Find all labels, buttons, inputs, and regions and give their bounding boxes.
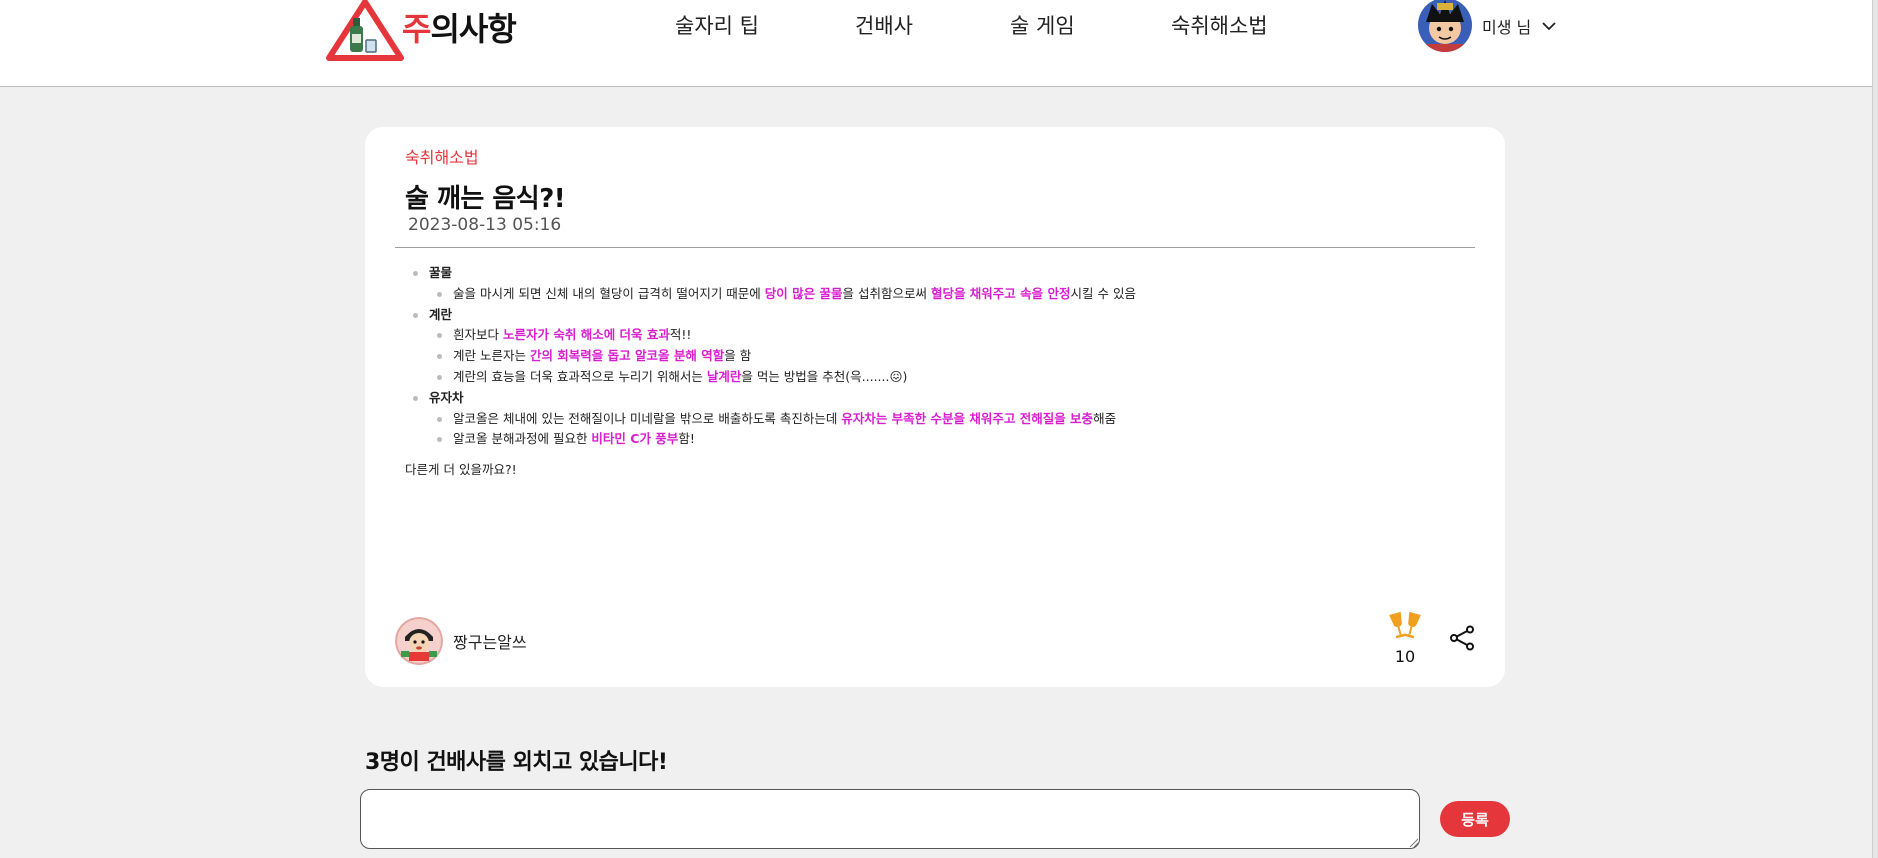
nav-hangover-cures[interactable]: 숙취해소법	[1171, 10, 1268, 40]
text-segment: 시킬 수 있음	[1070, 285, 1136, 301]
share-icon[interactable]	[1449, 625, 1475, 651]
bullet-icon	[437, 374, 442, 380]
highlighted-text: 당이 많은 꿀물	[764, 285, 843, 301]
avatar[interactable]	[395, 617, 443, 665]
user-avatar-image	[1418, 0, 1472, 52]
list-item: 계란의 효능을 더욱 효과적으로 누리기 위해서는 날계란을 먹는 방법을 추천…	[429, 367, 1465, 388]
comment-input[interactable]	[360, 789, 1420, 849]
author-info[interactable]: 짱구는알쓰	[395, 617, 527, 665]
bullet-icon	[413, 312, 418, 318]
post-section: 유자차알코올은 체내에 있는 전해질이나 미네랄을 밖으로 배출하도록 촉진하는…	[405, 388, 1465, 450]
comments-count-title: 3명이 건배사를 외치고 있습니다!	[365, 750, 668, 775]
section-title: 꿀물	[429, 265, 453, 280]
nav-toasts[interactable]: 건배사	[855, 10, 913, 40]
bullet-icon	[437, 437, 442, 443]
highlighted-text: 날계란	[706, 368, 742, 384]
list-item: 흰자보다 노른자가 숙취 해소에 더욱 효과적!!	[429, 325, 1465, 346]
highlighted-text: 유자차는 부족한 수분을 채워주고 전해질을 보충	[841, 410, 1094, 426]
submit-comment-button[interactable]: 등록	[1440, 801, 1510, 837]
bullet-icon	[413, 395, 418, 401]
profile-name[interactable]: 미생 님	[1482, 14, 1531, 38]
nav-drinking-games[interactable]: 술 게임	[1010, 10, 1075, 40]
text-segment: 을 섭취함으로써	[842, 285, 931, 301]
section-lines: 알코올은 체내에 있는 전해질이나 미네랄을 밖으로 배출하도록 촉진하는데 유…	[429, 409, 1465, 451]
text-segment: 알코올 분해과정에 필요한	[453, 431, 592, 447]
post-category[interactable]: 숙취해소법	[405, 144, 479, 168]
text-segment: 함!	[678, 431, 695, 447]
scrollbar[interactable]	[1872, 0, 1878, 858]
site-logo[interactable]: 주의사항	[326, 0, 517, 62]
text-segment: 흰자보다	[453, 327, 503, 343]
post-section: 꿀물 술을 마시게 되면 신체 내의 혈당이 급격히 떨어지기 때문에 당이 많은…	[405, 263, 1465, 305]
text-segment: 술을 마시게 되면 신체 내의 혈당이 급격히 떨어지기 때문에	[453, 285, 765, 301]
section-lines: 술을 마시게 되면 신체 내의 혈당이 급격히 떨어지기 때문에 당이 많은 꿀…	[429, 284, 1465, 305]
bullet-icon	[413, 271, 418, 276]
cheers-count: 10	[1394, 647, 1416, 666]
post-card: 숙취해소법 술 깨는 음식?! 2023-08-13 05:16 꿀물 술을 마시…	[365, 127, 1505, 687]
cheers-button[interactable]: 10	[1387, 611, 1423, 666]
section-title: 유자차	[429, 389, 464, 405]
logo-text: 주의사항	[402, 10, 517, 48]
bullet-icon	[437, 291, 442, 297]
nav-drinking-tips[interactable]: 술자리 팁	[675, 10, 759, 40]
list-item: 계란 노른자는 간의 회복력을 돕고 알코올 분해 역할을 함	[429, 346, 1465, 367]
highlighted-text: 간의 회복력을 돕고 알코올 분해 역할	[529, 348, 725, 364]
resize-grip-icon[interactable]	[1409, 838, 1418, 847]
avatar[interactable]	[1418, 0, 1472, 52]
profile-menu[interactable]: 미생 님	[1418, 0, 1557, 52]
site-header: 주의사항 술자리 팁 건배사 술 게임 숙취해소법 미생 님	[0, 0, 1872, 87]
section-title: 계란	[429, 306, 453, 322]
text-segment: 해줌	[1093, 410, 1117, 426]
post-closing: 다른게 더 있을까요?!	[405, 462, 517, 478]
bullet-icon	[437, 354, 442, 360]
post-content: 꿀물 술을 마시게 되면 신체 내의 혈당이 급격히 떨어지기 때문에 당이 많은…	[405, 263, 1465, 481]
list-item: 알코올 분해과정에 필요한 비타민 C가 풍부함!	[429, 429, 1465, 450]
post-title: 술 깨는 음식?!	[405, 184, 566, 214]
list-item: 술을 마시게 되면 신체 내의 혈당이 급격히 떨어지기 때문에 당이 많은 꿀…	[429, 284, 1465, 305]
highlighted-text: 노른자가 숙취 해소에 더욱 효과	[502, 327, 670, 343]
text-segment: 을 먹는 방법을 추천(윽.......😖)	[741, 368, 908, 384]
text-segment: 알코올은 체내에 있는 전해질이나 미네랄을 밖으로 배출하도록 촉진하는데	[453, 410, 842, 426]
post-sections: 꿀물 술을 마시게 되면 신체 내의 혈당이 급격히 떨어지기 때문에 당이 많은…	[405, 263, 1465, 450]
highlighted-text: 혈당을 채워주고 속을 안정	[930, 285, 1071, 301]
author-avatar-image	[395, 617, 443, 665]
text-segment: 적!!	[669, 327, 692, 343]
divider	[395, 247, 1475, 248]
text-segment: 을 함	[724, 348, 752, 364]
author-name[interactable]: 짱구는알쓰	[453, 629, 527, 653]
bullet-icon	[437, 416, 442, 422]
text-segment: 계란의 효능을 더욱 효과적으로 누리기 위해서는	[453, 368, 707, 384]
post-section: 계란 흰자보다 노른자가 숙취 해소에 더욱 효과적!! 계란 노른자는 간의 회복…	[405, 305, 1465, 388]
highlighted-text: 비타민 C가 풍부	[591, 431, 679, 447]
section-lines: 흰자보다 노른자가 숙취 해소에 더욱 효과적!! 계란 노른자는 간의 회복력을…	[429, 325, 1465, 387]
cheers-glasses-icon	[1389, 611, 1421, 639]
post-date: 2023-08-13 05:16	[408, 215, 562, 235]
warning-bottle-logo-icon	[326, 0, 404, 61]
text-segment: 계란 노른자는	[453, 348, 530, 364]
list-item: 알코올은 체내에 있는 전해질이나 미네랄을 밖으로 배출하도록 촉진하는데 유…	[429, 409, 1465, 430]
bullet-icon	[437, 333, 442, 339]
chevron-down-icon[interactable]	[1541, 18, 1557, 34]
